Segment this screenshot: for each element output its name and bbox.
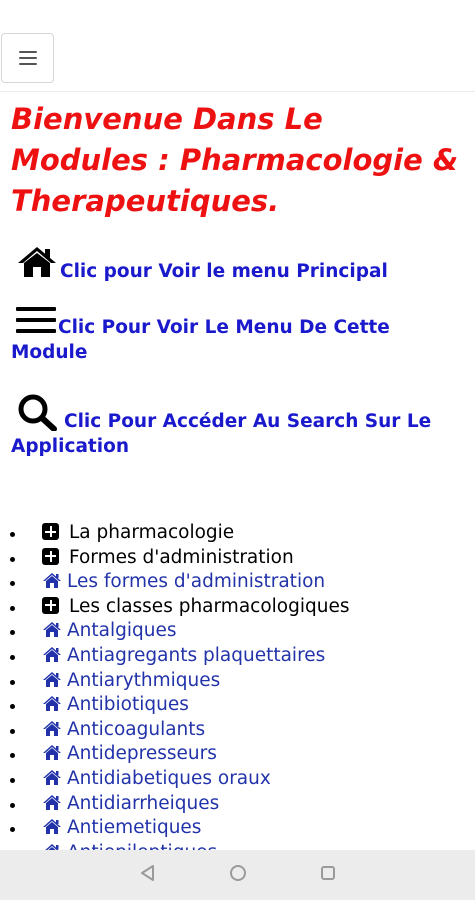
recents-square-icon[interactable]: [318, 863, 338, 888]
toc-link-label: Antiagregants plaquettaires: [67, 644, 326, 666]
toc-link-label: Antiarythmiques: [67, 669, 221, 691]
toc-link-label: Anticoagulants: [67, 718, 206, 740]
back-triangle-icon[interactable]: [138, 863, 158, 888]
toc-section-label: Les classes pharmacologiques: [69, 595, 350, 617]
home-icon: [43, 794, 61, 810]
toc-section[interactable]: Les classes pharmacologiques: [0, 595, 475, 620]
plus-square-icon: [42, 523, 59, 540]
toc-link-label: Antibiotiques: [67, 694, 189, 716]
home-icon: [43, 819, 61, 835]
plus-square-icon: [42, 547, 59, 565]
home-circle-icon[interactable]: [228, 863, 248, 888]
home-icon: [43, 745, 61, 761]
search-link-label: Clic Pour Accéder Au Search Sur Le Appli…: [11, 411, 432, 457]
home-icon: [43, 671, 61, 687]
toc-link[interactable]: Antidiarrheiques: [0, 792, 475, 817]
toc-link-label: Antiemetiques: [67, 817, 202, 839]
home-icon: [43, 622, 61, 638]
hamburger-menu-icon: [18, 51, 37, 65]
module-menu-link-label: Clic Pour Voir Le Menu De Cette Module: [11, 317, 390, 363]
toc-section[interactable]: Formes d'administration: [0, 546, 475, 571]
home-icon: [43, 720, 61, 736]
toc-link[interactable]: Antidepresseurs: [0, 742, 475, 767]
home-icon: [43, 646, 61, 662]
main-menu-link[interactable]: Clic pour Voir le menu Principal: [11, 245, 466, 284]
search-icon: [18, 394, 57, 431]
toc-link[interactable]: Anticoagulants: [0, 718, 475, 743]
toc-link[interactable]: Antiemetiques: [0, 816, 475, 841]
toc-section-label: Formes d'administration: [69, 546, 294, 568]
top-bar: [0, 0, 475, 92]
welcome-title: Bienvenue Dans Le Modules : Pharmacologi…: [11, 102, 459, 218]
module-menu-link[interactable]: Clic Pour Voir Le Menu De Cette Module: [11, 305, 466, 365]
toc-link[interactable]: Antiagregants plaquettaires: [0, 644, 475, 669]
page-content: Bienvenue Dans Le Modules : Pharmacologi…: [0, 93, 475, 850]
toc-link[interactable]: Antalgiques: [0, 619, 475, 644]
home-icon: [43, 573, 61, 589]
menu-toggle-button[interactable]: [1, 33, 54, 83]
toc-link[interactable]: Antidiabetiques oraux: [0, 767, 475, 792]
plus-square-icon: [42, 596, 59, 614]
toc-link[interactable]: Antiepileptiques: [0, 841, 475, 850]
toc-link-label: Antiepileptiques: [67, 842, 217, 850]
toc-section[interactable]: La pharmacologie: [0, 521, 475, 546]
home-icon: [44, 843, 60, 850]
toc-section-label: La pharmacologie: [69, 522, 235, 543]
menu-bars-icon: [16, 307, 56, 333]
main-menu-link-label: Clic pour Voir le menu Principal: [60, 261, 388, 282]
search-link[interactable]: Clic Pour Accéder Au Search Sur Le Appli…: [11, 393, 466, 459]
toc-link-label: Antidepresseurs: [67, 743, 217, 765]
home-icon: [43, 769, 61, 785]
system-navigation-bar: [0, 850, 475, 900]
toc-link-label: Antalgiques: [67, 620, 177, 642]
toc-link[interactable]: Antibiotiques: [0, 693, 475, 718]
home-icon: [43, 696, 61, 712]
module-table-of-contents: La pharmacologie Formes d'administration…: [0, 521, 475, 850]
toc-link-label: Antidiabetiques oraux: [67, 767, 271, 789]
toc-link-label: Les formes d'administration: [67, 571, 326, 593]
home-icon: [18, 247, 56, 277]
toc-link[interactable]: Antiarythmiques: [0, 669, 475, 694]
toc-link-label: Antidiarrheiques: [67, 792, 220, 814]
toc-link[interactable]: Les formes d'administration: [0, 570, 475, 595]
